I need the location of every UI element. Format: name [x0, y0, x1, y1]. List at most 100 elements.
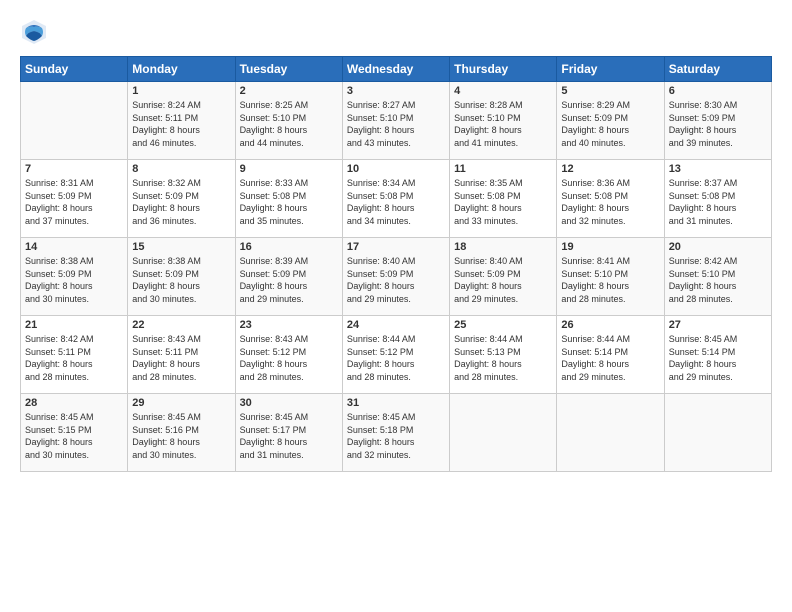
day-number: 9	[240, 163, 338, 175]
day-cell: 29 Sunrise: 8:45 AM Sunset: 5:16 PM Dayli…	[128, 394, 235, 472]
day-info: Sunrise: 8:43 AM Sunset: 5:12 PM Dayligh…	[240, 333, 338, 383]
day-number: 6	[669, 85, 767, 97]
day-cell: 6 Sunrise: 8:30 AM Sunset: 5:09 PM Daylig…	[664, 82, 771, 160]
col-header-wednesday: Wednesday	[342, 57, 449, 82]
day-info: Sunrise: 8:34 AM Sunset: 5:08 PM Dayligh…	[347, 177, 445, 227]
day-number: 30	[240, 397, 338, 409]
day-number: 23	[240, 319, 338, 331]
day-cell: 10 Sunrise: 8:34 AM Sunset: 5:08 PM Dayli…	[342, 160, 449, 238]
day-info: Sunrise: 8:45 AM Sunset: 5:18 PM Dayligh…	[347, 411, 445, 461]
day-number: 16	[240, 241, 338, 253]
day-number: 2	[240, 85, 338, 97]
day-cell: 13 Sunrise: 8:37 AM Sunset: 5:08 PM Dayli…	[664, 160, 771, 238]
day-info: Sunrise: 8:31 AM Sunset: 5:09 PM Dayligh…	[25, 177, 123, 227]
day-cell: 9Sunrise: 8:33 AM Sunset: 5:08 PM Daylig…	[235, 160, 342, 238]
day-info: Sunrise: 8:28 AM Sunset: 5:10 PM Dayligh…	[454, 99, 552, 149]
day-number: 27	[669, 319, 767, 331]
header	[20, 18, 772, 46]
day-cell: 3 Sunrise: 8:27 AM Sunset: 5:10 PM Daylig…	[342, 82, 449, 160]
day-cell: 2 Sunrise: 8:25 AM Sunset: 5:10 PM Daylig…	[235, 82, 342, 160]
week-row-2: 7 Sunrise: 8:31 AM Sunset: 5:09 PM Daylig…	[21, 160, 772, 238]
day-cell: 28 Sunrise: 8:45 AM Sunset: 5:15 PM Dayli…	[21, 394, 128, 472]
day-cell: 23 Sunrise: 8:43 AM Sunset: 5:12 PM Dayli…	[235, 316, 342, 394]
day-info: Sunrise: 8:38 AM Sunset: 5:09 PM Dayligh…	[132, 255, 230, 305]
day-cell: 14Sunrise: 8:38 AM Sunset: 5:09 PM Dayli…	[21, 238, 128, 316]
day-number: 24	[347, 319, 445, 331]
logo	[20, 18, 52, 46]
day-number: 4	[454, 85, 552, 97]
day-cell: 16Sunrise: 8:39 AM Sunset: 5:09 PM Dayli…	[235, 238, 342, 316]
day-info: Sunrise: 8:35 AM Sunset: 5:08 PM Dayligh…	[454, 177, 552, 227]
day-number: 12	[561, 163, 659, 175]
day-info: Sunrise: 8:37 AM Sunset: 5:08 PM Dayligh…	[669, 177, 767, 227]
day-number: 20	[669, 241, 767, 253]
week-row-1: 1Sunrise: 8:24 AM Sunset: 5:11 PM Daylig…	[21, 82, 772, 160]
day-info: Sunrise: 8:38 AM Sunset: 5:09 PM Dayligh…	[25, 255, 123, 305]
day-info: Sunrise: 8:25 AM Sunset: 5:10 PM Dayligh…	[240, 99, 338, 149]
day-cell	[21, 82, 128, 160]
day-info: Sunrise: 8:44 AM Sunset: 5:14 PM Dayligh…	[561, 333, 659, 383]
day-number: 28	[25, 397, 123, 409]
day-number: 17	[347, 241, 445, 253]
day-info: Sunrise: 8:43 AM Sunset: 5:11 PM Dayligh…	[132, 333, 230, 383]
page: SundayMondayTuesdayWednesdayThursdayFrid…	[0, 0, 792, 612]
day-number: 11	[454, 163, 552, 175]
day-cell: 24 Sunrise: 8:44 AM Sunset: 5:12 PM Dayli…	[342, 316, 449, 394]
day-number: 13	[669, 163, 767, 175]
day-cell: 8 Sunrise: 8:32 AM Sunset: 5:09 PM Daylig…	[128, 160, 235, 238]
col-header-sunday: Sunday	[21, 57, 128, 82]
day-info: Sunrise: 8:40 AM Sunset: 5:09 PM Dayligh…	[454, 255, 552, 305]
day-info: Sunrise: 8:36 AM Sunset: 5:08 PM Dayligh…	[561, 177, 659, 227]
day-cell	[557, 394, 664, 472]
logo-icon	[20, 18, 48, 46]
day-info: Sunrise: 8:45 AM Sunset: 5:14 PM Dayligh…	[669, 333, 767, 383]
week-row-4: 21 Sunrise: 8:42 AM Sunset: 5:11 PM Dayli…	[21, 316, 772, 394]
day-cell: 21 Sunrise: 8:42 AM Sunset: 5:11 PM Dayli…	[21, 316, 128, 394]
day-number: 25	[454, 319, 552, 331]
day-cell: 27 Sunrise: 8:45 AM Sunset: 5:14 PM Dayli…	[664, 316, 771, 394]
day-number: 29	[132, 397, 230, 409]
day-cell: 25Sunrise: 8:44 AM Sunset: 5:13 PM Dayli…	[450, 316, 557, 394]
day-cell: 5Sunrise: 8:29 AM Sunset: 5:09 PM Daylig…	[557, 82, 664, 160]
day-number: 10	[347, 163, 445, 175]
day-info: Sunrise: 8:27 AM Sunset: 5:10 PM Dayligh…	[347, 99, 445, 149]
day-number: 8	[132, 163, 230, 175]
day-info: Sunrise: 8:40 AM Sunset: 5:09 PM Dayligh…	[347, 255, 445, 305]
col-header-saturday: Saturday	[664, 57, 771, 82]
day-info: Sunrise: 8:29 AM Sunset: 5:09 PM Dayligh…	[561, 99, 659, 149]
day-number: 7	[25, 163, 123, 175]
day-cell	[450, 394, 557, 472]
day-cell: 26Sunrise: 8:44 AM Sunset: 5:14 PM Dayli…	[557, 316, 664, 394]
day-cell	[664, 394, 771, 472]
day-number: 1	[132, 85, 230, 97]
day-info: Sunrise: 8:45 AM Sunset: 5:17 PM Dayligh…	[240, 411, 338, 461]
day-cell: 12 Sunrise: 8:36 AM Sunset: 5:08 PM Dayli…	[557, 160, 664, 238]
day-number: 15	[132, 241, 230, 253]
day-number: 21	[25, 319, 123, 331]
day-info: Sunrise: 8:44 AM Sunset: 5:12 PM Dayligh…	[347, 333, 445, 383]
day-cell: 18 Sunrise: 8:40 AM Sunset: 5:09 PM Dayli…	[450, 238, 557, 316]
day-number: 18	[454, 241, 552, 253]
day-cell: 1Sunrise: 8:24 AM Sunset: 5:11 PM Daylig…	[128, 82, 235, 160]
day-cell: 7 Sunrise: 8:31 AM Sunset: 5:09 PM Daylig…	[21, 160, 128, 238]
header-row: SundayMondayTuesdayWednesdayThursdayFrid…	[21, 57, 772, 82]
col-header-tuesday: Tuesday	[235, 57, 342, 82]
day-cell: 22Sunrise: 8:43 AM Sunset: 5:11 PM Dayli…	[128, 316, 235, 394]
day-cell: 11 Sunrise: 8:35 AM Sunset: 5:08 PM Dayli…	[450, 160, 557, 238]
day-cell: 31 Sunrise: 8:45 AM Sunset: 5:18 PM Dayli…	[342, 394, 449, 472]
day-info: Sunrise: 8:42 AM Sunset: 5:11 PM Dayligh…	[25, 333, 123, 383]
day-info: Sunrise: 8:42 AM Sunset: 5:10 PM Dayligh…	[669, 255, 767, 305]
day-info: Sunrise: 8:41 AM Sunset: 5:10 PM Dayligh…	[561, 255, 659, 305]
day-info: Sunrise: 8:32 AM Sunset: 5:09 PM Dayligh…	[132, 177, 230, 227]
day-number: 31	[347, 397, 445, 409]
day-number: 3	[347, 85, 445, 97]
day-info: Sunrise: 8:45 AM Sunset: 5:16 PM Dayligh…	[132, 411, 230, 461]
day-info: Sunrise: 8:30 AM Sunset: 5:09 PM Dayligh…	[669, 99, 767, 149]
day-cell: 30 Sunrise: 8:45 AM Sunset: 5:17 PM Dayli…	[235, 394, 342, 472]
col-header-thursday: Thursday	[450, 57, 557, 82]
day-number: 19	[561, 241, 659, 253]
col-header-friday: Friday	[557, 57, 664, 82]
day-info: Sunrise: 8:45 AM Sunset: 5:15 PM Dayligh…	[25, 411, 123, 461]
calendar-table: SundayMondayTuesdayWednesdayThursdayFrid…	[20, 56, 772, 472]
week-row-5: 28 Sunrise: 8:45 AM Sunset: 5:15 PM Dayli…	[21, 394, 772, 472]
